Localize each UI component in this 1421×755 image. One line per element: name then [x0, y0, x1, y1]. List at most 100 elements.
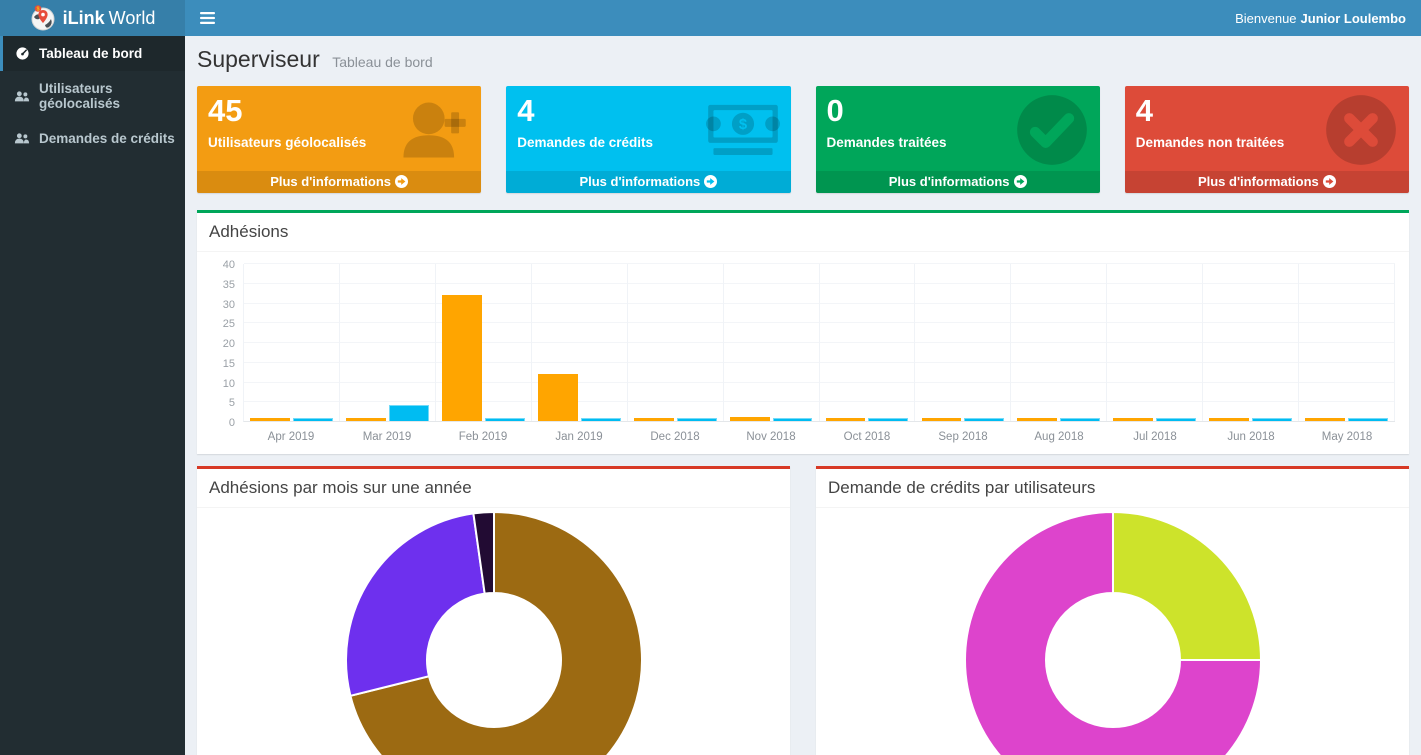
user-menu[interactable]: Bienvenue Junior Loulembo: [1220, 0, 1421, 36]
bar-series-1-May 2018: [1305, 418, 1345, 421]
bar-series-2-Mar 2019: [389, 405, 429, 421]
panel-title: Adhésions par mois sur une année: [197, 469, 790, 508]
brand-name-bold: iLink: [63, 8, 105, 28]
adhesions-bar-chart: Apr 2019Mar 2019Feb 2019Jan 2019Dec 2018…: [207, 258, 1399, 446]
more-info-label: Plus d'informations: [1198, 174, 1319, 189]
bar-group-Jan 2019: [532, 264, 628, 421]
sidebar-nav: Tableau de bord Utilisateurs géolocalisé…: [0, 36, 185, 755]
x-axis-tick-label: Mar 2019: [339, 431, 435, 443]
bar-series-1-Jun 2018: [1209, 418, 1249, 421]
more-info-link[interactable]: Plus d'informations: [197, 171, 481, 193]
bar-series-1-Dec 2018: [634, 418, 674, 421]
page-subtitle: Tableau de bord: [332, 54, 432, 70]
page-title: Superviseur: [197, 46, 320, 72]
bar-group-Apr 2019: [244, 264, 340, 421]
bar-series-2-Aug 2018: [1060, 418, 1100, 421]
brand-name-rest: World: [109, 8, 156, 28]
sidebar-item-label: Utilisateurs géolocalisés: [39, 81, 177, 111]
check-circle-icon: [1014, 92, 1090, 168]
more-info-label: Plus d'informations: [270, 174, 391, 189]
bar-series-1-Oct 2018: [826, 418, 866, 421]
svg-text:$: $: [36, 7, 39, 13]
donut-slice-1: [1113, 512, 1261, 660]
more-info-link[interactable]: Plus d'informations: [506, 171, 790, 193]
y-axis-tick-label: 15: [207, 358, 235, 370]
bar-series-2-Nov 2018: [773, 418, 813, 421]
stat-card-unprocessed-requests: 4 Demandes non traitées Plus d'informati…: [1125, 86, 1409, 193]
x-axis-tick-label: Dec 2018: [627, 431, 723, 443]
x-axis-tick-label: Oct 2018: [819, 431, 915, 443]
bar-series-1-Aug 2018: [1017, 418, 1057, 421]
arrow-circle-right-icon: [1014, 175, 1027, 188]
x-axis-tick-label: Apr 2019: [243, 431, 339, 443]
x-axis-tick-label: Feb 2019: [435, 431, 531, 443]
bar-series-1-Mar 2019: [346, 418, 386, 421]
sidebar-item-label: Tableau de bord: [39, 46, 142, 61]
bar-series-2-Jan 2019: [581, 418, 621, 421]
bar-series-2-May 2018: [1348, 418, 1388, 421]
bar-series-1-Nov 2018: [730, 417, 770, 421]
app-logo[interactable]: $ iLinkWorld: [0, 0, 185, 36]
welcome-label: Bienvenue: [1235, 11, 1296, 26]
donut-slice-2: [346, 513, 485, 695]
bar-series-1-Sep 2018: [922, 418, 962, 421]
stat-cards-row: 45 Utilisateurs géolocalisés Plus d'info…: [197, 86, 1409, 193]
bar-group-Feb 2019: [436, 264, 532, 421]
page-header: Superviseur Tableau de bord: [197, 46, 1409, 73]
panel-title: Adhésions: [197, 213, 1409, 252]
y-axis-tick-label: 10: [207, 378, 235, 390]
users-icon: [14, 132, 30, 145]
user-name: Junior Loulembo: [1301, 11, 1406, 26]
adhesions-donut-chart: [344, 510, 644, 755]
bar-group-Jun 2018: [1203, 264, 1299, 421]
bar-series-2-Dec 2018: [677, 418, 717, 421]
x-axis-tick-label: Jul 2018: [1107, 431, 1203, 443]
arrow-circle-right-icon: [1323, 175, 1336, 188]
stat-card-processed-requests: 0 Demandes traitées Plus d'informations: [816, 86, 1100, 193]
adhesions-per-month-panel: Adhésions par mois sur une année: [197, 466, 790, 755]
y-axis-tick-label: 30: [207, 299, 235, 311]
adhesions-panel: Adhésions Apr 2019Mar 2019Feb 2019Jan 20…: [197, 210, 1409, 454]
panel-title: Demande de crédits par utilisateurs: [816, 469, 1409, 508]
more-info-link[interactable]: Plus d'informations: [816, 171, 1100, 193]
arrow-circle-right-icon: [704, 175, 717, 188]
sidebar-item-credit-requests[interactable]: Demandes de crédits: [0, 121, 185, 156]
x-axis-tick-label: Sep 2018: [915, 431, 1011, 443]
donut-panels-row: Adhésions par mois sur une année Demande…: [197, 466, 1409, 755]
svg-text:$: $: [738, 117, 746, 133]
x-axis-tick-label: Jun 2018: [1203, 431, 1299, 443]
top-navbar: $ iLinkWorld Bienvenue Junior Loulembo: [0, 0, 1421, 36]
more-info-label: Plus d'informations: [889, 174, 1010, 189]
bar-series-2-Jul 2018: [1156, 418, 1196, 421]
content-area: Superviseur Tableau de bord 45 Utilisate…: [185, 0, 1421, 755]
money-icon: $: [705, 92, 781, 168]
bar-series-1-Jul 2018: [1113, 418, 1153, 421]
bar-series-1-Jan 2019: [538, 374, 578, 421]
x-axis-tick-label: Nov 2018: [723, 431, 819, 443]
bar-group-Oct 2018: [820, 264, 916, 421]
sidebar-toggle-button[interactable]: [185, 0, 229, 36]
arrow-circle-right-icon: [395, 175, 408, 188]
bar-group-May 2018: [1299, 264, 1395, 421]
hamburger-icon: [200, 12, 215, 24]
stat-card-credit-requests: 4 Demandes de crédits $ Plus d'informati…: [506, 86, 790, 193]
bar-series-2-Feb 2019: [485, 418, 525, 421]
more-info-link[interactable]: Plus d'informations: [1125, 171, 1409, 193]
y-axis-tick-label: 40: [207, 259, 235, 271]
users-icon: [14, 90, 30, 103]
bar-series-2-Apr 2019: [293, 418, 333, 421]
bar-series-2-Sep 2018: [964, 418, 1004, 421]
bar-series-2-Oct 2018: [868, 418, 908, 421]
credit-requests-donut-chart: [963, 510, 1263, 755]
globe-pin-logo-icon: $: [30, 5, 56, 31]
x-axis-tick-label: May 2018: [1299, 431, 1395, 443]
x-axis-tick-label: Aug 2018: [1011, 431, 1107, 443]
stat-card-geolocated-users: 45 Utilisateurs géolocalisés Plus d'info…: [197, 86, 481, 193]
sidebar-item-geolocated-users[interactable]: Utilisateurs géolocalisés: [0, 71, 185, 121]
credit-requests-by-users-panel: Demande de crédits par utilisateurs: [816, 466, 1409, 755]
y-axis-tick-label: 20: [207, 338, 235, 350]
bar-series-1-Apr 2019: [250, 418, 290, 421]
user-plus-icon: [395, 92, 471, 168]
bar-group-Mar 2019: [340, 264, 436, 421]
sidebar-item-dashboard[interactable]: Tableau de bord: [0, 36, 185, 71]
